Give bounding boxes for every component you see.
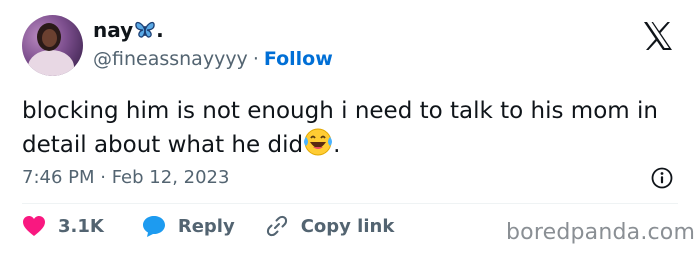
reply-button[interactable]: Reply [142, 215, 235, 237]
divider [22, 203, 678, 204]
copy-link-button[interactable]: Copy link [265, 214, 395, 238]
like-count: 3.1K [58, 215, 104, 237]
display-name-suffix: . [156, 18, 164, 42]
butterfly-emoji-icon [134, 20, 156, 40]
link-icon [266, 215, 287, 237]
separator-dot: · [252, 48, 259, 70]
watermark: boredpanda.com [506, 220, 696, 245]
display-name: nay [93, 18, 134, 42]
reply-bubble-icon [142, 216, 165, 237]
follow-button[interactable]: Follow [264, 48, 333, 70]
avatar-shoulders [28, 50, 74, 76]
author-handle[interactable]: @fineassnayyyy [93, 48, 248, 70]
tweet-text: blocking him is not enough i need to tal… [22, 96, 662, 161]
info-icon[interactable] [651, 167, 673, 189]
reply-label: Reply [177, 215, 235, 237]
timestamp[interactable]: 7:46 PM · Feb 12, 2023 [22, 167, 229, 188]
action-bar: 3.1K Reply Copy link [22, 214, 394, 238]
tweet-text-end: . [333, 132, 341, 158]
laughing-tears-emoji-icon [303, 127, 333, 157]
author-name[interactable]: nay . [93, 18, 164, 42]
handle-row: @fineassnayyyy · Follow [93, 48, 333, 70]
avatar[interactable] [22, 15, 83, 76]
avatar-face [42, 29, 57, 47]
heart-icon [23, 216, 45, 236]
copy-link-label: Copy link [300, 215, 395, 237]
like-button[interactable]: 3.1K [22, 215, 104, 237]
x-logo-icon[interactable] [641, 19, 675, 53]
